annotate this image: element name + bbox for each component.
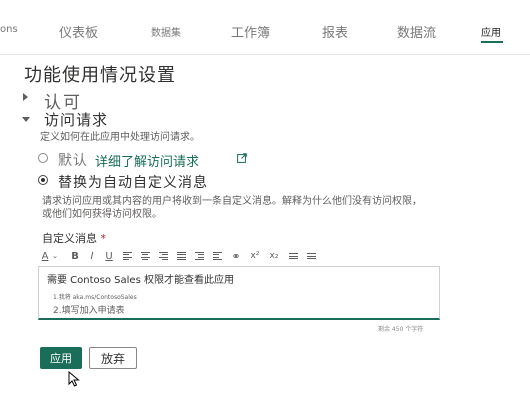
section-access-requests[interactable]: 访问请求 [44,109,108,130]
collapse-access-requests-icon[interactable] [22,117,30,122]
message-line-1: 需要 Contoso Sales 权限才能查看此应用 [47,275,234,286]
link-icon[interactable]: ⚭ [229,248,243,264]
active-tab-indicator [481,41,503,43]
nav-tab-dashboards[interactable]: 仪表板 [59,22,98,41]
required-marker: * [100,232,107,245]
nav-tab-workbooks[interactable]: 工作簿 [231,22,270,41]
mouse-pointer-icon [68,371,80,387]
rich-text-toolbar: A ⌄ B I U ⚭ x² x₂ [38,248,438,264]
chevron-down-icon[interactable]: ⌄ [51,248,59,264]
expand-permissions-icon[interactable] [23,93,28,101]
underline-button[interactable]: U [102,248,116,264]
bold-button[interactable]: B [68,248,82,264]
external-link-icon[interactable] [237,153,247,163]
nav-divider [0,54,530,55]
nav-tab-reports[interactable]: 报表 [322,22,348,41]
radio-custom-message[interactable] [38,175,48,185]
custom-message-label: 自定义消息 * [42,230,106,246]
page-title: 功能使用情况设置 [24,65,176,86]
nav-tab-dataflows[interactable]: 数据流 [397,22,436,41]
nav-tab-apps[interactable]: 应用 [481,24,501,39]
font-color-button[interactable]: A [38,248,52,264]
italic-button[interactable]: I [85,248,99,264]
bulleted-list-icon[interactable] [286,248,300,264]
apply-button[interactable]: 应用 [40,347,82,369]
access-requests-description: 定义如何在此应用中处理访问请求。 [40,132,200,143]
learn-more-link[interactable]: 详细了解访问请求 [95,151,199,170]
custom-message-label-text: 自定义消息 [42,232,97,245]
align-left-icon[interactable] [120,248,134,264]
nav-item-partial[interactable]: ons [0,24,18,35]
outdent-icon[interactable] [210,248,224,264]
justify-icon[interactable] [174,248,188,264]
custom-message-editor[interactable]: 需要 Contoso Sales 权限才能查看此应用 1.我将 aka.ms/C… [38,266,440,320]
indent-icon[interactable] [192,248,206,264]
message-line-3: 2.填写加入申请表 [53,306,125,316]
superscript-button[interactable]: x² [248,248,262,264]
top-nav: ons 仪表板 数据集 工作簿 报表 数据流 应用 [0,0,530,54]
discard-button[interactable]: 放弃 [89,347,137,369]
numbered-list-icon[interactable] [304,248,318,264]
option-custom-label[interactable]: 替换为自动自定义消息 [58,172,208,192]
radio-default[interactable] [38,153,48,163]
align-right-icon[interactable] [156,248,170,264]
align-center-icon[interactable] [138,248,152,264]
nav-tab-datasets[interactable]: 数据集 [151,24,181,39]
message-line-2: 1.我将 aka.ms/ContosoSales [53,294,137,301]
option-default-label[interactable]: 默认 [58,150,88,170]
character-counter: 剩余 450 个字符 [378,326,424,333]
custom-message-help-text: 请求访问应用或其内容的用户将收到一条自定义消息。解释为什么他们没有访问权限，或他… [42,196,422,220]
subscript-button[interactable]: x₂ [267,248,281,264]
